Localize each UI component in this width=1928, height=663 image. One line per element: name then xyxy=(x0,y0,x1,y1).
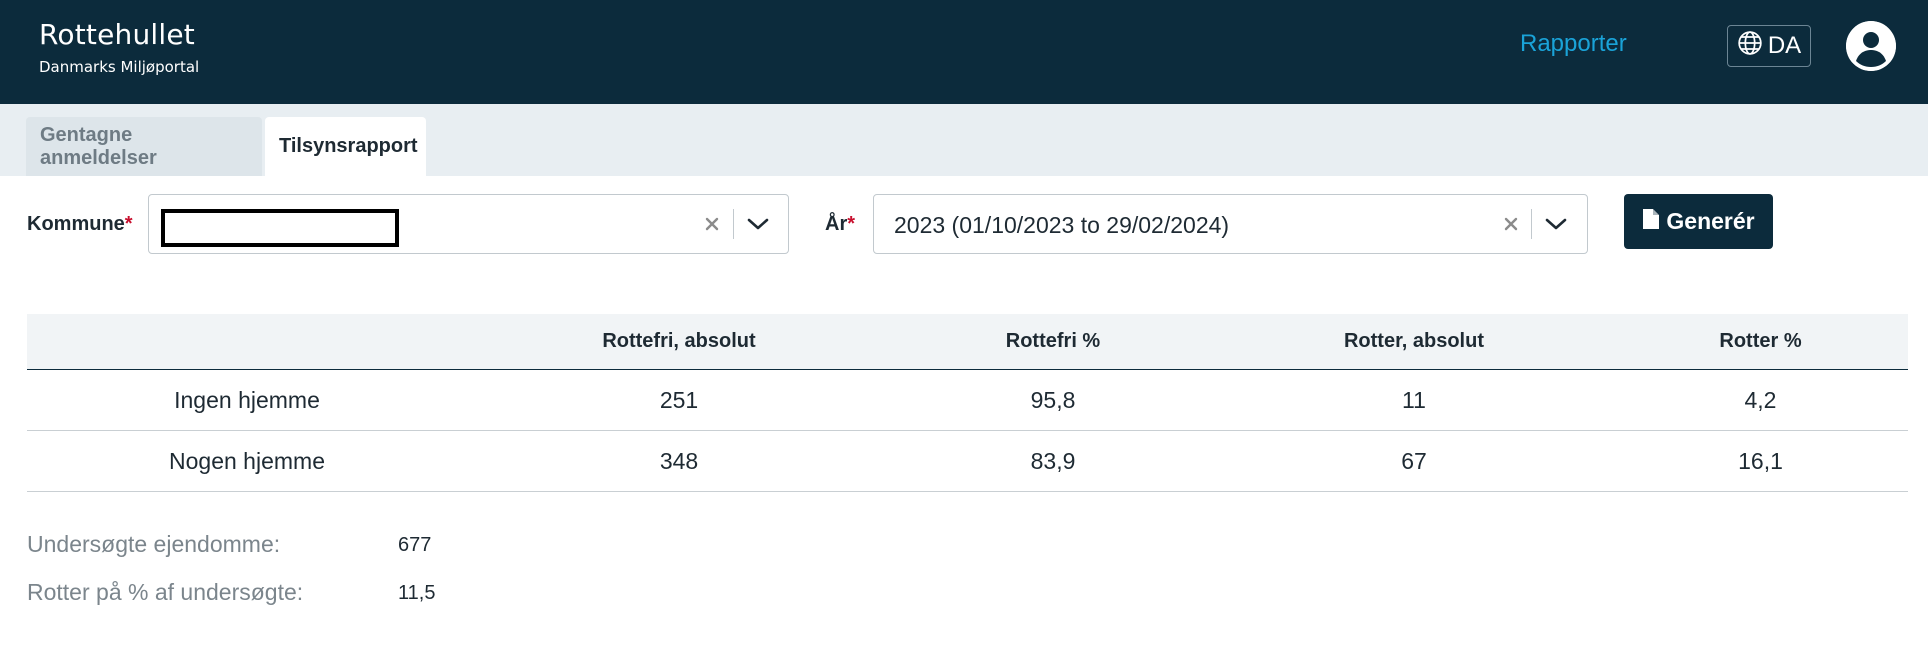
table-cell: 95,8 xyxy=(1030,386,1076,413)
brand[interactable]: Rottehullet Danmarks Miljøportal xyxy=(39,18,199,76)
globe-icon xyxy=(1737,30,1763,63)
tab-tilsynsrapport[interactable]: Tilsynsrapport xyxy=(265,117,426,176)
select-divider xyxy=(733,209,734,239)
chevron-down-icon[interactable] xyxy=(741,209,775,239)
table-cell: 251 xyxy=(659,386,699,413)
filter-bar: Kommune* År* 2023 (01/10/2023 to 29/02/2… xyxy=(0,176,1928,276)
language-code: DA xyxy=(1767,32,1802,59)
row-label: Ingen hjemme xyxy=(174,386,320,413)
column-header-rotter-pct: Rotter % xyxy=(1719,330,1802,352)
table-cell: 83,9 xyxy=(1030,447,1076,474)
tab-gentagne-anmeldelser[interactable]: Gentagne anmeldelser xyxy=(26,117,262,176)
kommune-label: Kommune* xyxy=(27,213,133,235)
summary-label: Undersøgte ejendomme: xyxy=(27,531,281,557)
redacted-kommune-value xyxy=(161,209,399,247)
table-cell: 11 xyxy=(1402,386,1426,413)
column-header-rottefri-pct: Rottefri % xyxy=(1005,330,1101,352)
year-label: År* xyxy=(825,213,856,235)
summary-label: Rotter på % af undersøgte: xyxy=(27,579,304,605)
row-label: Nogen hjemme xyxy=(169,447,325,474)
generate-button[interactable]: Generér xyxy=(1624,194,1773,249)
app-subtitle: Danmarks Miljøportal xyxy=(39,58,200,76)
summary-value: 677 xyxy=(398,534,432,556)
app-title: Rottehullet xyxy=(39,18,195,51)
required-marker: * xyxy=(124,213,133,235)
table-cell: 67 xyxy=(1401,447,1427,474)
table-row: Ingen hjemme 251 95,8 11 4,2 xyxy=(27,370,1908,431)
clear-kommune-icon[interactable] xyxy=(697,209,727,239)
chevron-down-icon[interactable] xyxy=(1539,209,1573,239)
column-header-rottefri-absolut: Rottefri, absolut xyxy=(602,330,756,352)
user-account-icon[interactable] xyxy=(1846,21,1896,71)
summary-value: 11,5 xyxy=(398,582,436,604)
document-icon xyxy=(1642,208,1660,236)
table-cell: 348 xyxy=(659,447,699,474)
top-navigation-bar: Rottehullet Danmarks Miljøportal Rapport… xyxy=(0,0,1928,104)
table-cell: 16,1 xyxy=(1738,447,1783,474)
kommune-select[interactable] xyxy=(148,194,789,254)
table-header-row: Rottefri, absolut Rottefri % Rotter, abs… xyxy=(27,314,1908,370)
inspection-report-table: Rottefri, absolut Rottefri % Rotter, abs… xyxy=(27,314,1908,492)
language-selector-button[interactable]: DA xyxy=(1727,25,1811,67)
clear-year-icon[interactable] xyxy=(1496,209,1526,239)
select-divider xyxy=(1531,209,1532,239)
report-tabs: Gentagne anmeldelser Tilsynsrapport xyxy=(0,104,1928,176)
required-marker: * xyxy=(847,213,856,235)
year-select[interactable]: 2023 (01/10/2023 to 29/02/2024) xyxy=(873,194,1588,254)
generate-button-label: Generér xyxy=(1666,208,1755,234)
table-row: Nogen hjemme 348 83,9 67 16,1 xyxy=(27,431,1908,492)
table-cell: 4,2 xyxy=(1744,386,1777,413)
year-select-value: 2023 (01/10/2023 to 29/02/2024) xyxy=(894,212,1230,238)
nav-link-reports[interactable]: Rapporter xyxy=(1520,28,1627,60)
column-header-rotter-absolut: Rotter, absolut xyxy=(1343,330,1484,352)
